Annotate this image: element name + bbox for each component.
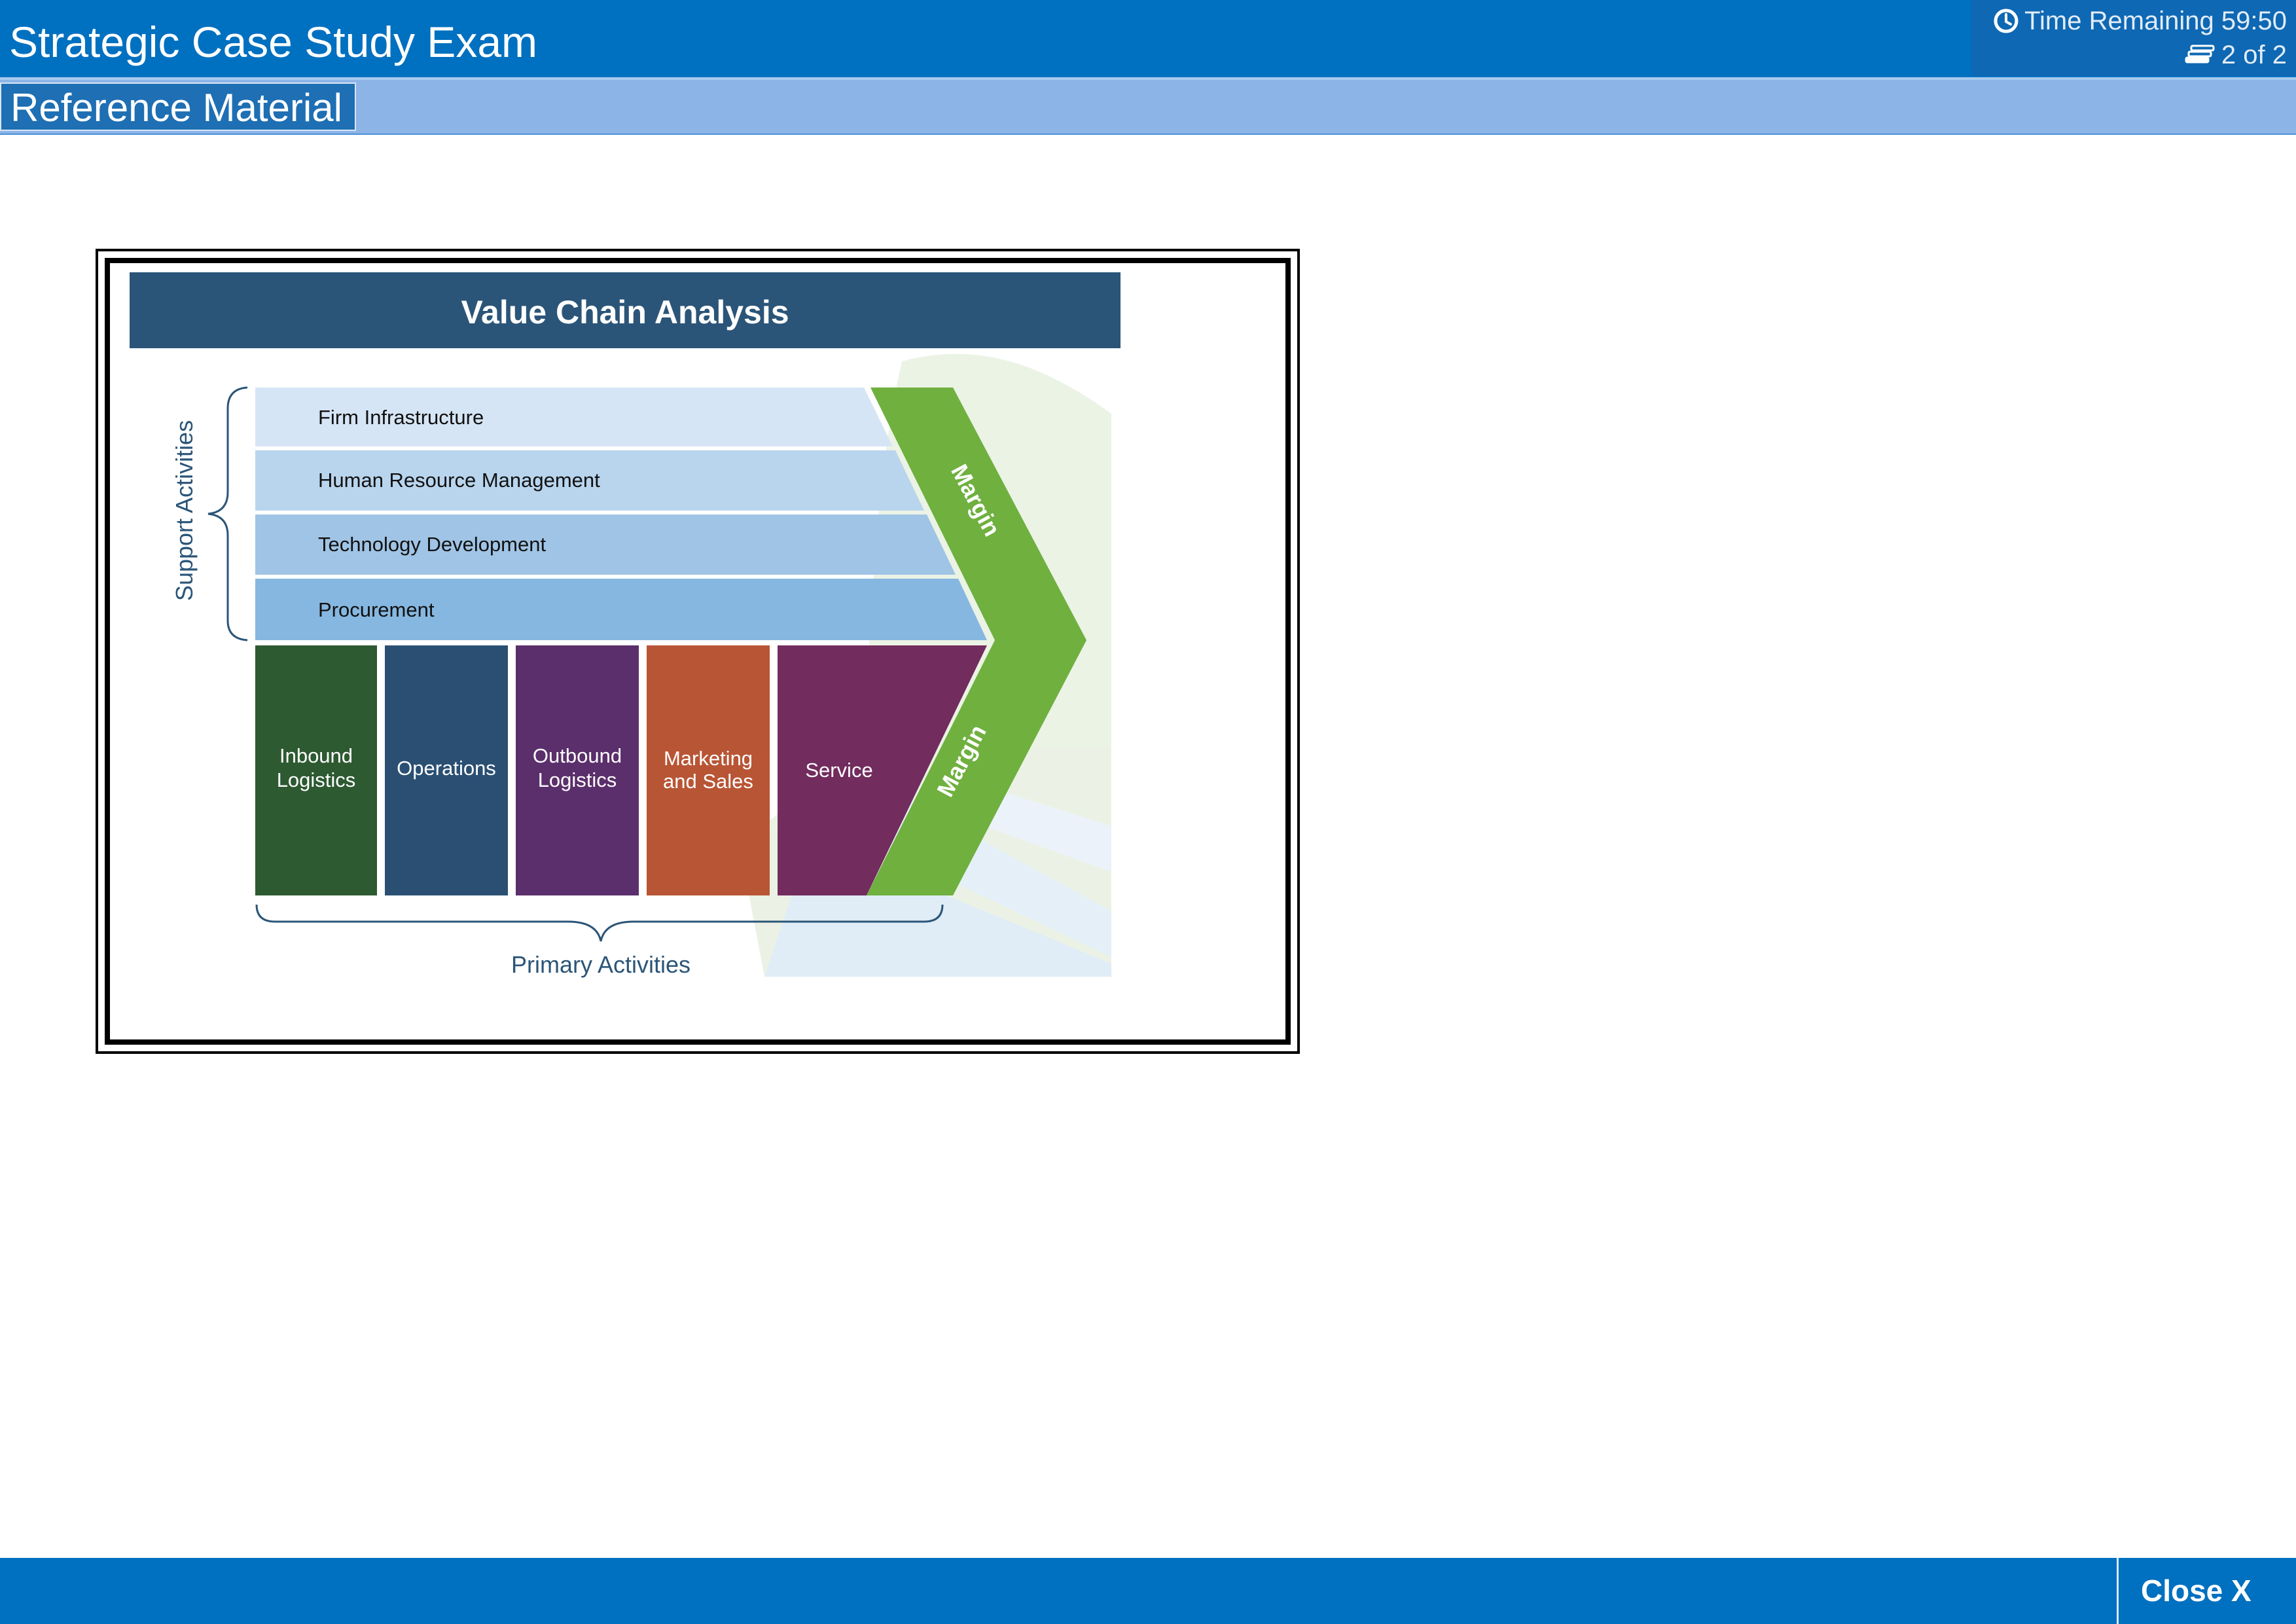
clock-icon bbox=[1993, 8, 2019, 34]
primary-label-marketing-line2: and Sales bbox=[663, 770, 753, 793]
primary-label-service: Service bbox=[805, 759, 872, 782]
support-activities-brace bbox=[207, 386, 248, 641]
support-activities-label: Support Activities bbox=[171, 420, 198, 601]
stack-icon bbox=[2185, 43, 2216, 67]
support-label-human-resource-management: Human Resource Management bbox=[318, 469, 600, 492]
exam-status-panel: Time Remaining 59:50 2 of 2 bbox=[1971, 0, 2296, 76]
tab-reference-material[interactable]: Reference Material bbox=[0, 82, 356, 131]
reference-figure-inner: Value Chain Analysis Firm Infrastructure… bbox=[105, 258, 1291, 1045]
time-remaining-text: Time Remaining 59:50 bbox=[2024, 7, 2287, 35]
subheader-bar: Reference Material bbox=[0, 80, 2296, 135]
primary-label-outbound-line1: Outbound bbox=[533, 744, 622, 767]
page-counter-text: 2 of 2 bbox=[2221, 41, 2287, 69]
support-label-technology-development: Technology Development bbox=[318, 533, 546, 556]
primary-activities-label: Primary Activities bbox=[511, 951, 691, 978]
primary-label-operations: Operations bbox=[397, 757, 496, 780]
exam-header-bar: Strategic Case Study Exam Time Remaining… bbox=[0, 0, 2296, 80]
tab-reference-material-label: Reference Material bbox=[10, 86, 342, 130]
time-remaining-row: Time Remaining 59:50 bbox=[1993, 5, 2287, 37]
support-label-firm-infrastructure: Firm Infrastructure bbox=[318, 406, 484, 429]
primary-label-inbound-line1: Inbound bbox=[279, 744, 353, 767]
footer-bar: Close X bbox=[0, 1558, 2296, 1624]
exam-title: Strategic Case Study Exam bbox=[9, 18, 538, 66]
diagram-title: Value Chain Analysis bbox=[461, 294, 789, 331]
value-chain-diagram: Value Chain Analysis Firm Infrastructure… bbox=[130, 272, 1121, 978]
reference-figure: Value Chain Analysis Firm Infrastructure… bbox=[96, 249, 1300, 1054]
primary-label-inbound-line2: Logistics bbox=[277, 768, 356, 791]
primary-label-outbound-line2: Logistics bbox=[538, 768, 617, 791]
support-label-procurement: Procurement bbox=[318, 598, 435, 621]
close-button-label: Close X bbox=[2141, 1574, 2251, 1608]
primary-label-marketing-line1: Marketing bbox=[664, 747, 753, 770]
page-counter-row: 2 of 2 bbox=[2185, 39, 2287, 71]
close-button[interactable]: Close X bbox=[2117, 1558, 2296, 1624]
